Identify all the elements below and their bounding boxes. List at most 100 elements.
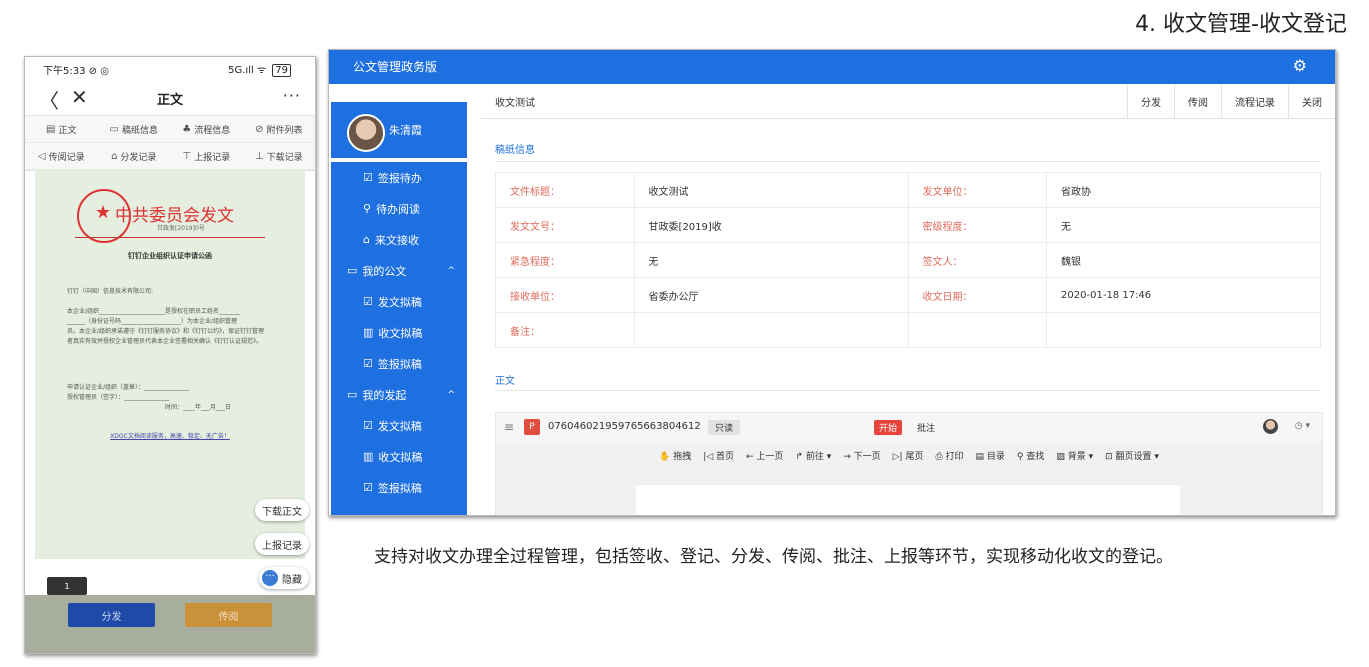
tab-label: 附件列表 xyxy=(266,125,303,136)
tab-circulation-records[interactable]: ◁ 传阅记录 xyxy=(25,143,98,170)
document-link[interactable]: XDOC文档阅读服务，高速、稳定、无广告！ xyxy=(35,431,305,440)
table-row: 紧急程度： 无 签文人： 魏银 xyxy=(495,242,1321,278)
mobile-screenshot: 下午5:33 ⊘ ◎ 5G.ıll ᯤ 79 〈 ✕ 正文 ··· ▤ 正文 ▭ 稿… xyxy=(24,56,316,654)
document-title: 收文测试 xyxy=(495,97,535,109)
hide-button[interactable]: ··· 隐藏 xyxy=(259,567,309,589)
sidebar-item-label: 签报待办 xyxy=(377,171,422,185)
document-viewer: ≡ P 07604602195976566380461​2 只读 开始 批注 ◷… xyxy=(495,412,1323,515)
clock-icon[interactable]: ◷ ▾ xyxy=(1295,421,1310,431)
field-value: 收文测试 xyxy=(633,172,909,208)
sidebar-item-draft-sign[interactable]: ☑ 签报拟稿 xyxy=(331,348,467,379)
tab-attachments[interactable]: ⊘ 附件列表 xyxy=(242,116,315,143)
sidebar-group-my-initiated[interactable]: ▭ 我的发起 ^ xyxy=(331,379,467,410)
field-label: 紧急程度： xyxy=(495,242,635,278)
draft-info-table: 文件标题： 收文测试 发文单位： 省政协 发文文号： 甘政委[2019]收 密级… xyxy=(495,172,1321,348)
field-value: 魏银 xyxy=(1046,242,1321,278)
gear-icon[interactable]: ⚙ xyxy=(1293,56,1307,75)
more-icon[interactable]: ··· xyxy=(283,86,301,105)
print-button[interactable]: ⎙ 打印 xyxy=(935,449,963,462)
tab-report-records[interactable]: ⊤ 上报记录 xyxy=(170,143,243,170)
distribute-button[interactable]: 分发 xyxy=(68,603,155,627)
menu-icon[interactable]: ≡ xyxy=(504,420,514,434)
sidebar-item-draft-incoming[interactable]: ▥ 收文拟稿 xyxy=(331,441,467,472)
user-card[interactable]: 朱清霞 xyxy=(331,102,467,158)
circulate-button[interactable]: 传阅 xyxy=(185,603,272,627)
user-name: 朱清霞 xyxy=(389,124,422,137)
sidebar: 朱清霞 ☑ 签报待办 ⚲ 待办阅读 ⌂ 来文接收 ▭ 我的公文 ^ ☑ 发文拟稿 ▥ 收文拟稿… xyxy=(329,84,469,515)
find-button[interactable]: ⚲ 查找 xyxy=(1017,449,1044,462)
chevron-up-icon: ^ xyxy=(447,389,455,400)
circulate-button[interactable]: 传阅 xyxy=(1174,84,1221,118)
start-button[interactable]: 开始 xyxy=(874,420,903,435)
sidebar-item-draft-sign[interactable]: ☑ 签报拟稿 xyxy=(331,472,467,503)
toc-button[interactable]: ▤ 目录 xyxy=(976,449,1005,462)
sidebar-item-draft-outgoing[interactable]: ☑ 发文拟稿 xyxy=(331,410,467,441)
flow-records-button[interactable]: 流程记录 xyxy=(1221,84,1288,118)
page-number: 1 xyxy=(47,577,87,595)
field-label: 发文单位： xyxy=(907,172,1048,208)
drag-tool[interactable]: ✋ 拖拽 xyxy=(659,449,691,462)
viewer-tools: ✋ 拖拽 |◁ 首页 ← 上一页 ↱ 前往 ▾ → 下一页 ▷| 尾页 ⎙ 打印… xyxy=(496,449,1322,462)
sidebar-item-label: 收文拟稿 xyxy=(378,450,423,464)
sidebar-item-label: 我的发起 xyxy=(362,388,407,402)
document-line: 本企业/组织______________________是授权在职员工姓名___… xyxy=(67,308,241,315)
prev-page-button[interactable]: ← 上一页 xyxy=(746,449,783,462)
send-icon: ◁ xyxy=(37,150,46,162)
tab-download-records[interactable]: ⊥ 下载记录 xyxy=(242,143,315,170)
button-label: 上报记录 xyxy=(262,540,302,552)
sidebar-item-sign-todo[interactable]: ☑ 签报待办 xyxy=(331,162,467,193)
edit-icon: ☑ xyxy=(363,481,373,494)
page-settings-button[interactable]: ⊡ 翻页设置 ▾ xyxy=(1105,449,1159,462)
field-label: 发文文号： xyxy=(495,207,635,243)
battery-icon: 79 xyxy=(272,64,291,77)
table-row: 备注： xyxy=(495,312,1321,348)
tab-label: 上报记录 xyxy=(194,152,231,163)
edit-icon: ☑ xyxy=(363,171,373,184)
next-page-button[interactable]: → 下一页 xyxy=(843,449,880,462)
caption-text: 支持对收文办理全过程管理，包括签收、登记、分发、传阅、批注、上报等环节，实现移动… xyxy=(374,547,1173,567)
field-value: 省委办公厅 xyxy=(633,277,909,313)
report-records-button[interactable]: 上报记录 xyxy=(255,533,309,555)
field-value: 省政协 xyxy=(1046,172,1321,208)
sidebar-item-draft-outgoing[interactable]: ☑ 发文拟稿 xyxy=(331,286,467,317)
tab-label: 传阅记录 xyxy=(48,152,85,163)
folder-icon: ▭ xyxy=(347,388,358,401)
tab-draft-info[interactable]: ▭ 稿纸信息 xyxy=(97,116,170,143)
button-label: 下载正文 xyxy=(262,506,302,518)
background-button[interactable]: ▨ 背景 ▾ xyxy=(1056,449,1093,462)
distribute-button[interactable]: 分发 xyxy=(1127,84,1174,118)
goto-button[interactable]: ↱ 前往 ▾ xyxy=(795,449,831,462)
field-label: 密级程度： xyxy=(907,207,1048,243)
sidebar-item-incoming[interactable]: ⌂ 来文接收 xyxy=(331,224,467,255)
document-header-bar: 收文测试 分发 传阅 流程记录 关闭 xyxy=(481,84,1335,119)
status-bar: 下午5:33 ⊘ ◎ 5G.ıll ᯤ 79 xyxy=(25,57,315,81)
sidebar-item-read-todo[interactable]: ⚲ 待办阅读 xyxy=(331,193,467,224)
edit-icon: ☑ xyxy=(363,419,373,432)
flow-icon: ♣ xyxy=(182,123,192,135)
document-line: 钉钉（中国）信息技术有限公司: xyxy=(67,288,154,295)
avatar[interactable] xyxy=(1263,419,1278,434)
last-page-button[interactable]: ▷| 尾页 xyxy=(893,449,924,462)
close-button[interactable]: 关闭 xyxy=(1288,84,1335,118)
paperclip-icon: ⊘ xyxy=(255,123,264,135)
file-icon: ▭ xyxy=(109,123,119,135)
first-page-button[interactable]: |◁ 首页 xyxy=(703,449,734,462)
field-value[interactable] xyxy=(633,312,909,348)
header-actions: 分发 传阅 流程记录 关闭 xyxy=(1127,84,1335,118)
tab-body[interactable]: ▤ 正文 xyxy=(25,116,98,143)
top-bar: 公文管理政务版 ⚙ xyxy=(329,50,1335,84)
download-body-button[interactable]: 下载正文 xyxy=(255,499,309,521)
sidebar-item-draft-incoming[interactable]: ▥ 收文拟稿 xyxy=(331,317,467,348)
mobile-tab-grid: ▤ 正文 ▭ 稿纸信息 ♣ 流程信息 ⊘ 附件列表 ◁ 传阅记录 ⌂ 分发记录 ⊤ 上报记录 … xyxy=(25,116,315,171)
annotate-button[interactable]: 批注 xyxy=(917,421,935,434)
tab-flow-info[interactable]: ♣ 流程信息 xyxy=(170,116,243,143)
tab-label: 下载记录 xyxy=(266,152,303,163)
viewer-toolbar: ≡ P 07604602195976566380461​2 只读 开始 批注 ◷… xyxy=(496,413,1322,443)
upload-icon: ⊤ xyxy=(182,150,192,162)
field-value: 2020-01-18 17:46 xyxy=(1046,277,1321,313)
sidebar-group-my-documents[interactable]: ▭ 我的公文 ^ xyxy=(331,255,467,286)
document-line: 申请认证企业/组织（盖章）：_______________ xyxy=(67,384,190,391)
tab-distribution-records[interactable]: ⌂ 分发记录 xyxy=(97,143,170,170)
button-label: 隐藏 xyxy=(282,574,302,586)
download-icon: ⊥ xyxy=(254,150,264,162)
